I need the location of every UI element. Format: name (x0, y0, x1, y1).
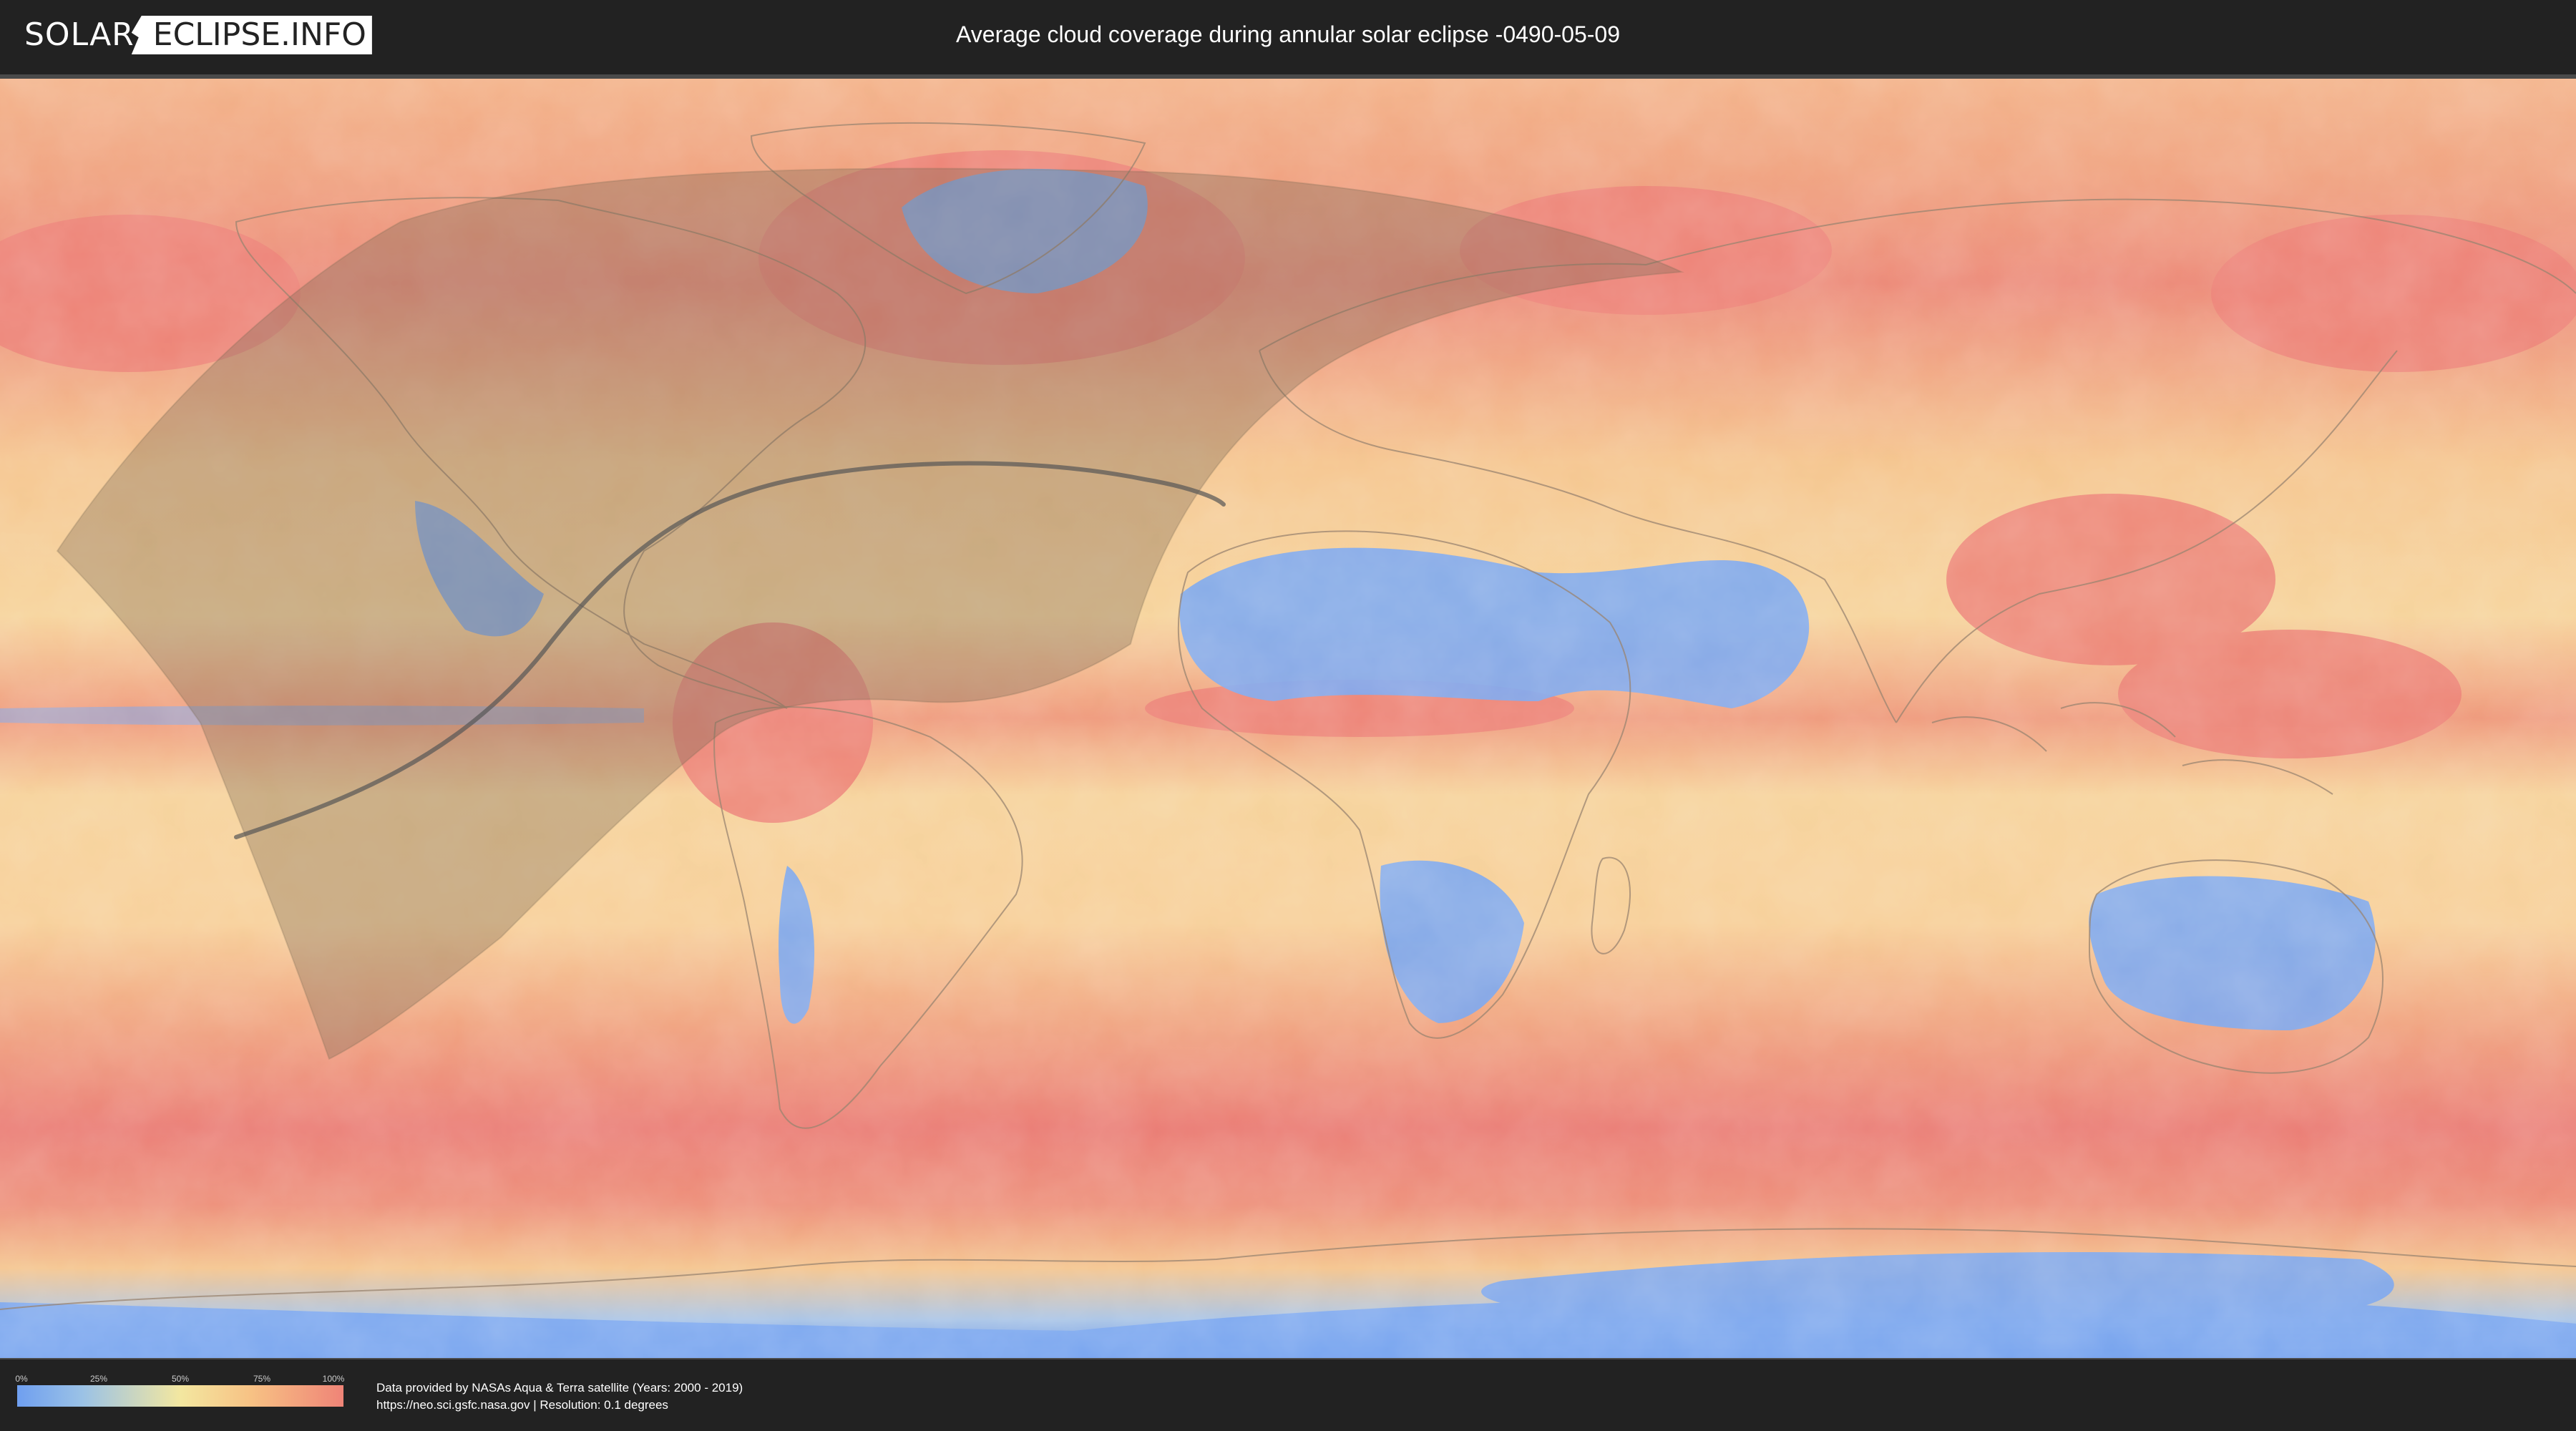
credits-line-url: https://neo.sci.gsfc.nasa.gov | Resoluti… (376, 1398, 668, 1412)
map-canvas (0, 79, 2576, 1358)
header-bar: SOLAR ECLIPSE.INFO Average cloud coverag… (0, 0, 2576, 72)
legend-tick-75: 75% (253, 1374, 271, 1384)
legend-tick-0: 0% (15, 1374, 28, 1384)
cloud-coverage-map[interactable] (0, 79, 2576, 1358)
page-title: Average cloud coverage during annular so… (956, 21, 1620, 47)
footer-bar: 0% 25% 50% 75% 100% Data provided by NAS… (0, 1359, 2576, 1431)
color-legend: 0% 25% 50% 75% 100% (15, 1374, 345, 1407)
legend-tick-25: 25% (89, 1374, 108, 1384)
legend-tick-50: 50% (171, 1374, 190, 1384)
data-credits: Data provided by NASAs Aqua & Terra sate… (376, 1379, 743, 1414)
app-root: SOLAR ECLIPSE.INFO Average cloud coverag… (0, 0, 2576, 1431)
credits-line-source: Data provided by NASAs Aqua & Terra sate… (376, 1381, 743, 1395)
legend-ticks: 0% 25% 50% 75% 100% (15, 1374, 345, 1385)
legend-gradient-bar (17, 1385, 343, 1407)
legend-tick-100: 100% (322, 1374, 345, 1384)
